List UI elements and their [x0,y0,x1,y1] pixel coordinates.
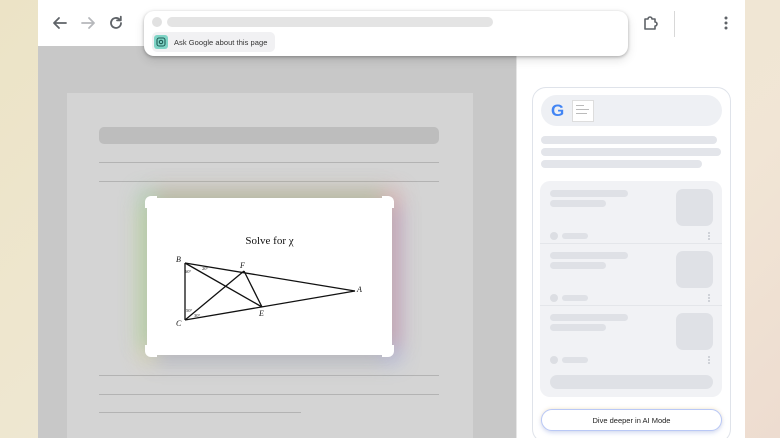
results-skeleton-list [540,181,722,397]
angle-label-b2: 20° [202,266,209,271]
document-line [99,394,439,395]
ai-side-panel: G Dive deeper in AI Mode [516,46,745,438]
document-title-placeholder [99,127,439,144]
vertex-a-label: A [356,285,362,294]
answer-skeleton-line [541,160,702,168]
result-skeleton-row [540,305,722,367]
dive-deeper-label: Dive deeper in AI Mode [592,415,671,425]
ai-panel-card: G Dive deeper in AI Mode [532,87,731,438]
document-line [99,181,439,182]
omnibox-site-icon [152,17,162,27]
document-line [99,162,439,163]
angle-label-b1: 60° [185,269,192,274]
omnibox-dropdown[interactable]: Ask Google about this page [144,11,628,56]
ask-google-suggestion[interactable]: Ask Google about this page [152,32,276,52]
page-content-dimmed: Solve for χ B C F A E 60° 20° 50° 30° [38,46,516,438]
toolbar-divider [674,11,675,37]
back-arrow-icon [53,17,67,29]
result-skeleton-row [540,181,722,244]
browser-window: Ask Google about this page Solve for χ B… [38,0,745,438]
lens-icon [154,35,168,49]
vertex-f-label: F [239,261,245,270]
extensions-button[interactable] [638,11,662,35]
reload-button[interactable] [104,11,128,35]
selection-thumbnail[interactable] [572,100,594,122]
results-skeleton-footer [550,375,713,389]
answer-skeleton-line [541,148,721,156]
google-logo-icon: G [551,101,565,120]
forward-button[interactable] [76,11,100,35]
forward-arrow-icon [81,17,95,29]
angle-label-c2: 30° [194,313,201,318]
document-line [99,375,439,376]
more-menu-icon [724,16,728,30]
angle-label-c1: 50° [186,308,193,313]
dive-deeper-ai-mode-button[interactable]: Dive deeper in AI Mode [541,409,722,431]
extensions-icon [644,16,658,30]
triangle-diagram: B C F A E 60° 20° 50° 30° [176,255,362,328]
vertex-c-label: C [176,319,182,328]
lens-selection-region[interactable]: Solve for χ B C F A E 60° 20° 50° 30° [145,196,394,357]
back-button[interactable] [48,11,72,35]
search-query-pill[interactable]: G [541,95,722,126]
vertex-b-label: B [176,255,181,264]
answer-skeleton-line [541,136,717,144]
omnibox-url-placeholder[interactable] [167,17,493,27]
reload-icon [110,15,122,29]
suggestion-label: Ask Google about this page [174,37,268,47]
result-skeleton-row [540,243,722,306]
vertex-e-label: E [258,309,264,318]
more-menu-button[interactable] [714,11,738,35]
document-line [99,412,301,413]
